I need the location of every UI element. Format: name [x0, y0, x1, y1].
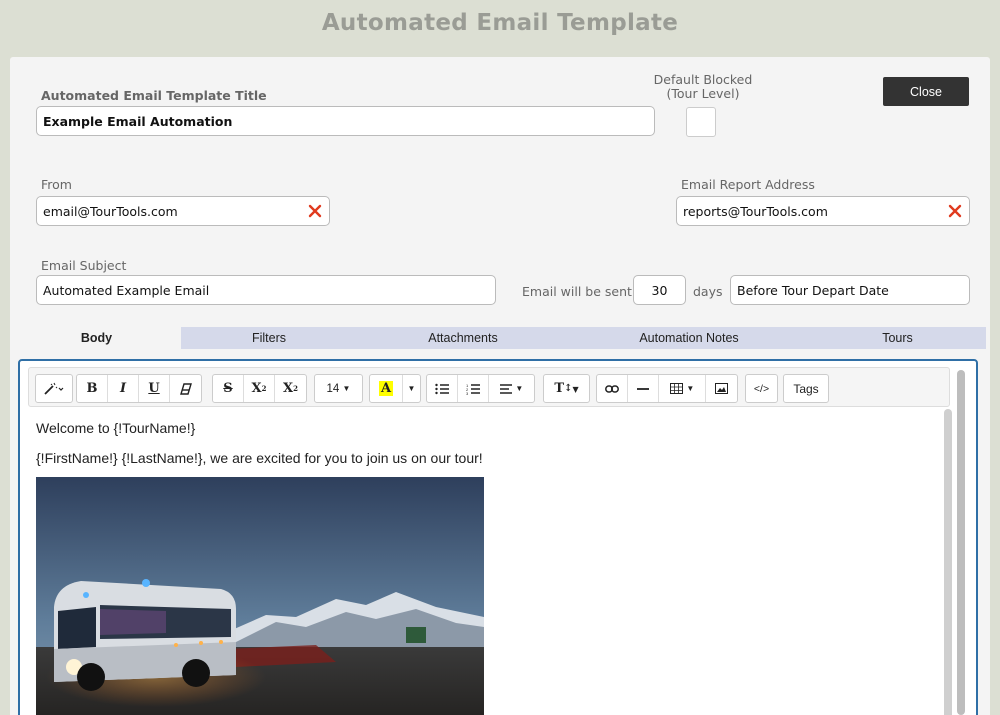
- image-icon[interactable]: [706, 375, 737, 402]
- highlight-button[interactable]: A: [370, 375, 403, 402]
- report-address-label: Email Report Address: [681, 177, 815, 192]
- template-title-value: Example Email Automation: [43, 113, 233, 129]
- tags-button[interactable]: Tags: [784, 375, 828, 402]
- superscript-label: X: [251, 381, 262, 396]
- italic-button[interactable]: I: [108, 375, 139, 402]
- from-value: email@TourTools.com: [43, 203, 178, 219]
- content-line-2: {!FirstName!} {!LastName!}, we are excit…: [36, 450, 483, 466]
- sent-label: Email will be sent: [522, 284, 632, 299]
- days-input[interactable]: 30: [633, 275, 686, 305]
- timing-select[interactable]: Before Tour Depart Date: [730, 275, 970, 305]
- subject-label: Email Subject: [41, 258, 127, 273]
- tab-filters[interactable]: Filters: [181, 327, 357, 349]
- ordered-list-icon[interactable]: 123: [458, 375, 489, 402]
- clear-from-icon[interactable]: [307, 203, 323, 219]
- template-title-input[interactable]: Example Email Automation: [36, 106, 655, 136]
- bus-illustration: [36, 477, 484, 715]
- unordered-list-icon[interactable]: [427, 375, 458, 402]
- tab-attachments[interactable]: Attachments: [357, 327, 569, 349]
- tab-bar: Body Filters Attachments Automation Note…: [12, 327, 986, 349]
- bold-button[interactable]: B: [77, 375, 108, 402]
- link-icon[interactable]: [597, 375, 628, 402]
- default-blocked-checkbox[interactable]: [686, 107, 716, 137]
- bus-photo[interactable]: [36, 477, 484, 715]
- default-blocked-label: Default Blocked (Tour Level): [653, 72, 753, 101]
- font-size-value: 14: [326, 382, 340, 395]
- tab-automation-notes[interactable]: Automation Notes: [569, 327, 809, 349]
- days-value: 30: [651, 282, 668, 298]
- svg-text:3: 3: [466, 391, 469, 395]
- magic-wand-icon[interactable]: [36, 375, 72, 402]
- from-label: From: [41, 177, 72, 192]
- from-input[interactable]: email@TourTools.com: [36, 196, 330, 226]
- highlight-swatch: A: [378, 381, 394, 396]
- days-label: days: [693, 284, 723, 299]
- tab-tours[interactable]: Tours: [809, 327, 986, 349]
- text-style-group: T ↕ ▼: [543, 374, 590, 403]
- page-scrollbar[interactable]: [957, 370, 965, 715]
- tags-group: Tags: [783, 374, 829, 403]
- code-view-button[interactable]: </>: [746, 375, 777, 402]
- table-icon[interactable]: ▼: [659, 375, 706, 402]
- rich-text-editor[interactable]: B I U S X2 X2 14 ▼ A ▼ 1 2 3 ▼ T ↕ ▼ ▼ <…: [18, 359, 978, 715]
- font-size-group: 14 ▼: [314, 374, 363, 403]
- insert-group: ▼: [596, 374, 738, 403]
- horizontal-rule-icon[interactable]: [628, 375, 659, 402]
- list-group: 123 ▼: [426, 374, 535, 403]
- align-icon[interactable]: ▼: [489, 375, 534, 402]
- script-group: S X2 X2: [212, 374, 307, 403]
- subject-value: Automated Example Email: [43, 282, 210, 298]
- timing-value: Before Tour Depart Date: [737, 282, 889, 298]
- text-style-dropdown[interactable]: T ↕ ▼: [544, 375, 589, 402]
- superscript-button[interactable]: X2: [244, 375, 275, 402]
- font-size-dropdown[interactable]: 14 ▼: [315, 375, 362, 402]
- text-style-label: T: [554, 381, 565, 396]
- tab-body[interactable]: Body: [12, 327, 181, 349]
- close-button[interactable]: Close: [883, 77, 969, 106]
- content-line-1: Welcome to {!TourName!}: [36, 420, 196, 436]
- subject-input[interactable]: Automated Example Email: [36, 275, 496, 305]
- code-group: </>: [745, 374, 778, 403]
- subscript-button[interactable]: X2: [275, 375, 306, 402]
- clear-report-icon[interactable]: [947, 203, 963, 219]
- template-card: Automated Email Template Title Example E…: [10, 57, 990, 715]
- font-format-group: B I U: [76, 374, 202, 403]
- underline-button[interactable]: U: [139, 375, 170, 402]
- eraser-icon[interactable]: [170, 375, 201, 402]
- page-title: Automated Email Template: [321, 10, 679, 36]
- editor-scrollbar[interactable]: [944, 409, 952, 715]
- report-address-value: reports@TourTools.com: [683, 203, 828, 219]
- style-group: [35, 374, 73, 403]
- highlight-group: A ▼: [369, 374, 421, 403]
- strikethrough-button[interactable]: S: [213, 375, 244, 402]
- report-address-input[interactable]: reports@TourTools.com: [676, 196, 970, 226]
- editor-toolbar: B I U S X2 X2 14 ▼ A ▼ 1 2 3 ▼ T ↕ ▼ ▼ <…: [28, 367, 950, 407]
- editor-content[interactable]: Welcome to {!TourName!} {!FirstName!} {!…: [36, 419, 483, 479]
- template-title-label: Automated Email Template Title: [41, 88, 267, 103]
- subscript-label: X: [283, 381, 294, 396]
- highlight-dropdown[interactable]: ▼: [403, 375, 420, 402]
